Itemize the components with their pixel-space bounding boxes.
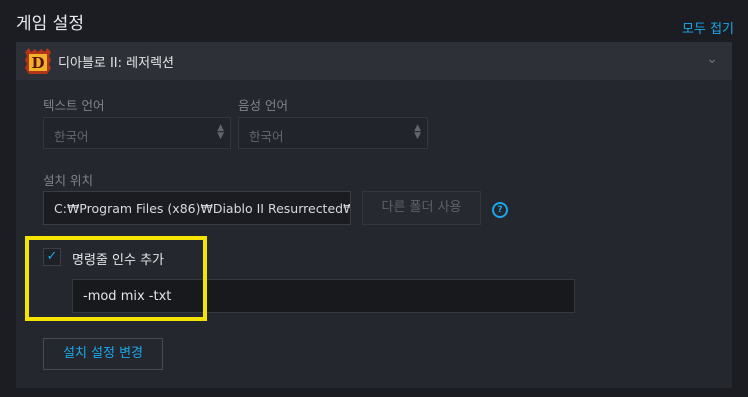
text-language-label: 텍스트 언어 (43, 98, 105, 113)
install-location-label: 설치 위치 (43, 173, 93, 188)
use-other-folder-button[interactable]: 다른 폴더 사용 (362, 191, 481, 225)
svg-text:D: D (31, 54, 44, 72)
game-header[interactable]: D 디아블로 II: 레저렉션 ⌄ (16, 42, 732, 81)
game-settings-panel: D 디아블로 II: 레저렉션 ⌄ 텍스트 언어 한국어 ▲ ▼ 음성 언어 한국… (16, 42, 732, 388)
up-down-arrow-icon: ▲ ▼ (217, 123, 224, 141)
voice-language-select[interactable]: 한국어 ▲ ▼ (238, 117, 428, 149)
voice-language-label: 음성 언어 (238, 98, 288, 113)
page-title: 게임 설정 (16, 14, 84, 34)
change-install-settings-button[interactable]: 설치 설정 변경 (43, 338, 163, 370)
diablo-d-icon: D (25, 48, 51, 74)
text-language-select[interactable]: 한국어 ▲ ▼ (43, 117, 231, 149)
text-language-value: 한국어 (54, 129, 89, 144)
up-down-arrow-icon: ▲ ▼ (414, 123, 421, 141)
collapse-all-link[interactable]: 모두 접기 (682, 18, 734, 37)
install-path-input[interactable]: C:₩Program Files (x86)₩Diablo II Resurre… (43, 191, 351, 225)
highlight-box (25, 236, 207, 321)
voice-language-value: 한국어 (249, 129, 284, 144)
chevron-down-icon[interactable]: ⌄ (706, 51, 718, 67)
help-icon[interactable]: ? (492, 202, 508, 218)
game-name: 디아블로 II: 레저렉션 (58, 56, 174, 71)
